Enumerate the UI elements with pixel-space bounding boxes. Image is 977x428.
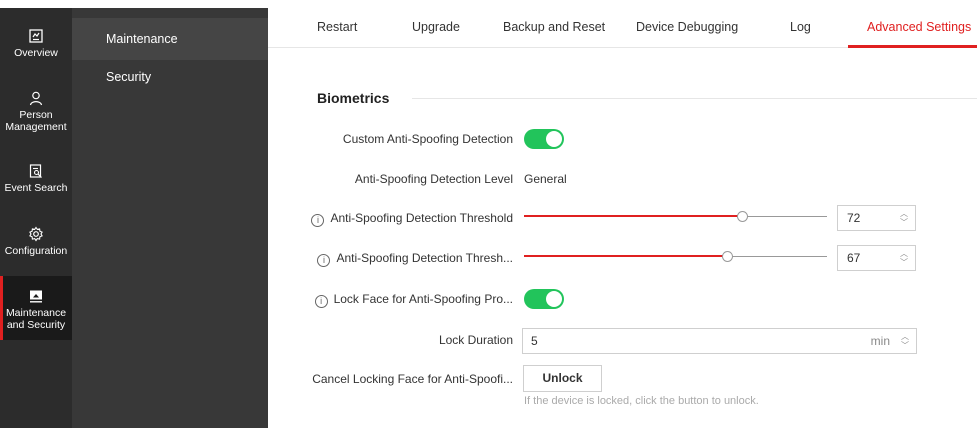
detection-level-label: Anti-Spoofing Detection Level: [354, 172, 513, 186]
active-tab-indicator: [848, 45, 977, 48]
slider-fill: [524, 215, 742, 217]
tab-advanced-settings[interactable]: Advanced Settings: [867, 0, 971, 48]
lock-duration-value: 5: [531, 334, 538, 348]
info-icon[interactable]: i: [314, 295, 328, 308]
lock-face-label-text: Lock Face for Anti-Spoofing Pro...: [333, 292, 513, 306]
unlock-button[interactable]: Unlock: [523, 365, 602, 392]
nav-item-overview[interactable]: Overview: [0, 28, 72, 59]
section-title: Biometrics: [317, 90, 390, 106]
tab-bar: Restart Upgrade Backup and Reset Device …: [268, 0, 977, 48]
event-search-icon: [29, 164, 42, 178]
toggle-knob: [546, 131, 562, 147]
tab-log[interactable]: Log: [790, 0, 811, 48]
info-icon[interactable]: i: [311, 214, 325, 227]
maintenance-icon: [30, 290, 42, 303]
gear-icon: [29, 226, 43, 242]
tab-upgrade[interactable]: Upgrade: [412, 0, 460, 48]
section-divider: [412, 98, 977, 99]
threshold2-input[interactable]: 67 ︿ ﹀: [837, 245, 916, 271]
submenu-item-security[interactable]: Security: [72, 56, 268, 98]
nav-label-configuration: Configuration: [4, 245, 68, 257]
toggle-knob: [546, 291, 562, 307]
nav-item-person-management[interactable]: Person Management: [0, 90, 72, 133]
person-icon: [29, 91, 43, 106]
nav-label-event-search: Event Search: [4, 182, 68, 194]
sub-menu: Maintenance Security: [72, 8, 268, 428]
tab-backup-reset[interactable]: Backup and Reset: [503, 0, 605, 48]
overview-icon: [29, 29, 43, 43]
slider-thumb[interactable]: [722, 251, 733, 262]
info-icon[interactable]: i: [317, 254, 331, 267]
stepper-arrows-icon[interactable]: ︿ ﹀: [900, 209, 908, 227]
unlock-hint: If the device is locked, click the butto…: [524, 395, 759, 407]
nav-label-maintenance-security: Maintenance and Security: [5, 307, 67, 331]
nav-label-person-management: Person Management: [5, 109, 67, 133]
custom-anti-spoofing-label: Custom Anti-Spoofing Detection: [342, 132, 513, 146]
lock-duration-label: Lock Duration: [438, 333, 513, 347]
lock-duration-unit: min: [870, 334, 890, 348]
detection-level-value: General: [524, 172, 567, 186]
stepper-arrows-icon[interactable]: ︿ ﹀: [900, 249, 908, 267]
threshold-label: i Anti-Spoofing Detection Threshold: [311, 211, 513, 227]
slider-thumb[interactable]: [737, 211, 748, 222]
threshold2-value: 67: [847, 251, 861, 265]
threshold-value: 72: [847, 211, 861, 225]
nav-label-overview: Overview: [14, 47, 58, 59]
threshold-slider[interactable]: [524, 211, 827, 223]
nav-item-configuration[interactable]: Configuration: [0, 226, 72, 257]
lock-duration-input[interactable]: 5 min ︿ ﹀: [522, 328, 917, 354]
lock-face-label: i Lock Face for Anti-Spoofing Pro...: [314, 292, 513, 308]
slider-fill: [524, 255, 727, 257]
stepper-arrows-icon[interactable]: ︿ ﹀: [901, 332, 909, 350]
tab-restart[interactable]: Restart: [317, 0, 357, 48]
threshold-label-text: Anti-Spoofing Detection Threshold: [330, 211, 513, 225]
threshold-input[interactable]: 72 ︿ ﹀: [837, 205, 916, 231]
lock-face-toggle[interactable]: [524, 289, 564, 309]
submenu-item-maintenance[interactable]: Maintenance: [72, 18, 268, 60]
threshold2-label: i Anti-Spoofing Detection Thresh...: [317, 251, 513, 267]
main-nav: Overview Person Management Event Search …: [0, 8, 72, 428]
custom-anti-spoofing-toggle[interactable]: [524, 129, 564, 149]
cancel-locking-label: Cancel Locking Face for Anti-Spoofi...: [312, 372, 513, 386]
threshold2-label-text: Anti-Spoofing Detection Thresh...: [336, 251, 513, 265]
nav-item-event-search[interactable]: Event Search: [0, 163, 72, 194]
threshold2-slider[interactable]: [524, 251, 827, 263]
nav-item-maintenance-security[interactable]: Maintenance and Security: [0, 276, 72, 340]
tab-device-debugging[interactable]: Device Debugging: [636, 0, 738, 48]
